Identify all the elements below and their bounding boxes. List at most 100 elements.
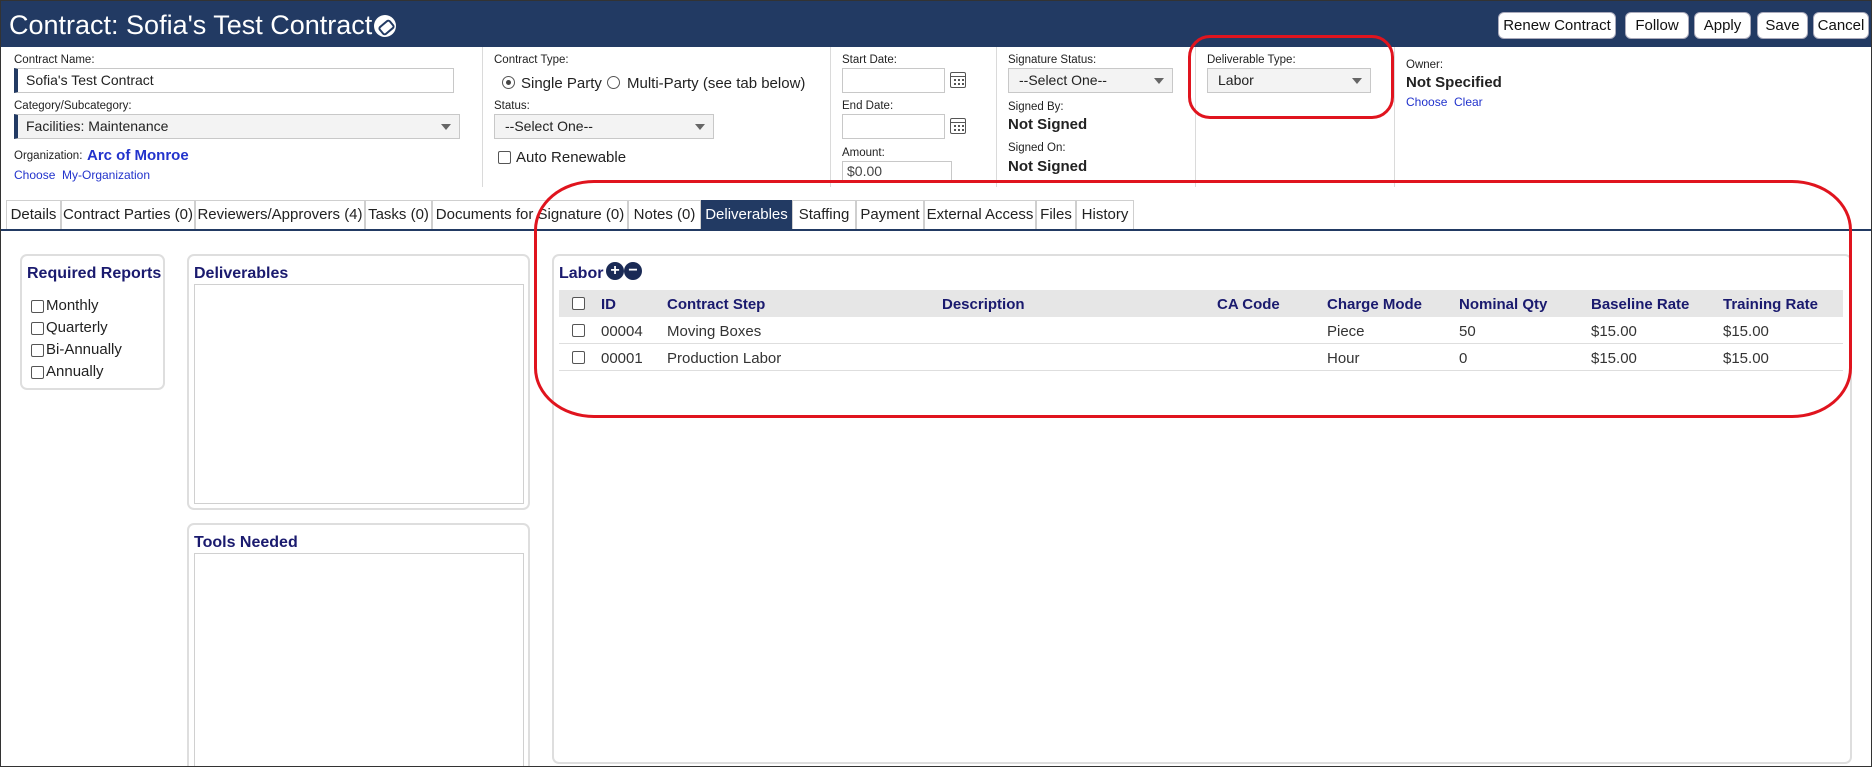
row-contract-step: Moving Boxes [667, 323, 762, 340]
col-contract-step: Contract Step [667, 296, 766, 313]
row-charge-mode: Piece [1327, 323, 1365, 340]
chevron-down-icon [1154, 78, 1164, 84]
chevron-down-icon [1352, 78, 1362, 84]
status-label: Status: [494, 100, 530, 112]
signed-by-value: Not Signed [1008, 116, 1088, 133]
chevron-down-icon [441, 124, 451, 130]
tab-documents-for-signature[interactable]: Documents for Signature (0) [432, 200, 628, 229]
renew-contract-button[interactable]: Renew Contract [1498, 12, 1616, 39]
auto-renewable-checkbox[interactable] [498, 151, 511, 164]
labor-table-header: ID Contract Step Description CA Code Cha… [559, 290, 1843, 317]
chevron-down-icon [695, 124, 705, 130]
divider [482, 47, 483, 187]
tools-needed-title: Tools Needed [194, 534, 298, 551]
organization-link[interactable]: Arc of Monroe [87, 147, 189, 164]
tab-deliverables[interactable]: Deliverables [701, 200, 792, 229]
tab-files[interactable]: Files [1036, 200, 1076, 229]
col-id: ID [601, 296, 616, 313]
contract-name-label: Contract Name: [14, 54, 95, 66]
tab-notes[interactable]: Notes (0) [628, 200, 701, 229]
tools-needed-textarea[interactable] [194, 553, 524, 766]
owner-label: Owner: [1406, 59, 1444, 71]
multi-party-radio[interactable] [607, 76, 620, 89]
monthly-label: Monthly [46, 297, 99, 314]
contract-type-label: Contract Type: [494, 54, 569, 66]
tab-tasks[interactable]: Tasks (0) [365, 200, 432, 229]
tab-reviewers-approvers[interactable]: Reviewers/Approvers (4) [195, 200, 365, 229]
apply-button[interactable]: Apply [1694, 12, 1751, 39]
col-baseline-rate: Baseline Rate [1591, 296, 1690, 313]
monthly-checkbox[interactable] [31, 300, 44, 313]
bi-annually-checkbox[interactable] [31, 344, 44, 357]
row-id: 00004 [601, 323, 643, 340]
required-reports-panel: Required Reports Monthly Quarterly Bi-An… [20, 254, 165, 390]
owner-choose-link[interactable]: Choose [1406, 95, 1447, 109]
row-baseline-rate: $15.00 [1591, 323, 1637, 340]
tab-details[interactable]: Details [6, 200, 61, 229]
category-select[interactable]: Facilities: Maintenance [14, 114, 460, 139]
tab-contract-parties[interactable]: Contract Parties (0) [61, 200, 195, 229]
row-nominal-qty: 0 [1459, 350, 1468, 367]
deliverable-type-select[interactable]: Labor [1207, 68, 1371, 93]
deliverables-textarea[interactable] [194, 284, 524, 504]
header-bar: Contract: Sofia's Test Contract Renew Co… [1, 1, 1871, 47]
start-date-label: Start Date: [842, 54, 897, 66]
annually-checkbox[interactable] [31, 366, 44, 379]
owner-value: Not Specified [1406, 74, 1502, 91]
tab-staffing[interactable]: Staffing [792, 200, 856, 229]
tag-icon[interactable] [374, 15, 397, 37]
signed-on-label: Signed On: [1008, 142, 1066, 154]
table-row[interactable]: 00001 Production Labor Hour 0 $15.00 $15… [559, 344, 1843, 371]
deliverable-type-value: Labor [1218, 72, 1254, 88]
labor-title: Labor [559, 265, 604, 282]
signature-status-select[interactable]: --Select One-- [1008, 68, 1173, 93]
signed-on-value: Not Signed [1008, 158, 1088, 175]
signature-status-label: Signature Status: [1008, 54, 1097, 66]
quarterly-checkbox[interactable] [31, 322, 44, 335]
owner-clear-link[interactable]: Clear [1454, 95, 1483, 109]
follow-button[interactable]: Follow [1625, 12, 1689, 39]
quarterly-label: Quarterly [46, 319, 108, 336]
row-checkbox[interactable] [572, 324, 585, 337]
row-contract-step: Production Labor [667, 350, 782, 367]
amount-input[interactable]: $0.00 [842, 161, 952, 182]
remove-row-icon[interactable]: − [624, 262, 642, 280]
required-reports-title: Required Reports [27, 265, 162, 282]
row-training-rate: $15.00 [1723, 350, 1769, 367]
tab-external-access[interactable]: External Access [924, 200, 1036, 229]
annually-label: Annually [46, 363, 104, 380]
table-row[interactable]: 00004 Moving Boxes Piece 50 $15.00 $15.0… [559, 317, 1843, 344]
start-date-input[interactable] [842, 68, 945, 93]
org-choose-link[interactable]: Choose [14, 168, 55, 182]
my-organization-link[interactable]: My-Organization [62, 168, 150, 182]
single-party-radio[interactable] [502, 76, 515, 89]
calendar-icon[interactable] [950, 118, 966, 134]
deliverables-panel: Deliverables [187, 254, 530, 510]
organization-label: Organization: [14, 150, 83, 162]
col-training-rate: Training Rate [1723, 296, 1819, 313]
col-description: Description [942, 296, 1025, 313]
tab-payment[interactable]: Payment [856, 200, 924, 229]
select-all-checkbox[interactable] [572, 297, 585, 310]
contract-name-input[interactable]: Sofia's Test Contract [14, 68, 454, 93]
save-button[interactable]: Save [1757, 12, 1808, 39]
row-id: 00001 [601, 350, 643, 367]
calendar-icon[interactable] [950, 72, 966, 88]
tab-history[interactable]: History [1076, 200, 1134, 229]
row-training-rate: $15.00 [1723, 323, 1769, 340]
row-charge-mode: Hour [1327, 350, 1360, 367]
cancel-button[interactable]: Cancel [1813, 12, 1869, 39]
category-label: Category/Subcategory: [14, 100, 132, 112]
tab-bar: Details Contract Parties (0) Reviewers/A… [1, 200, 1871, 231]
divider [1195, 47, 1196, 187]
row-checkbox[interactable] [572, 351, 585, 364]
signed-by-label: Signed By: [1008, 101, 1064, 113]
amount-label: Amount: [842, 147, 885, 159]
add-row-icon[interactable]: + [606, 262, 624, 280]
end-date-label: End Date: [842, 100, 894, 112]
page-title-text: Contract: Sofia's Test Contract [9, 10, 373, 40]
status-select[interactable]: --Select One-- [494, 114, 714, 139]
end-date-input[interactable] [842, 114, 945, 139]
auto-renewable-label: Auto Renewable [516, 149, 627, 166]
deliverable-type-label: Deliverable Type: [1207, 54, 1296, 66]
